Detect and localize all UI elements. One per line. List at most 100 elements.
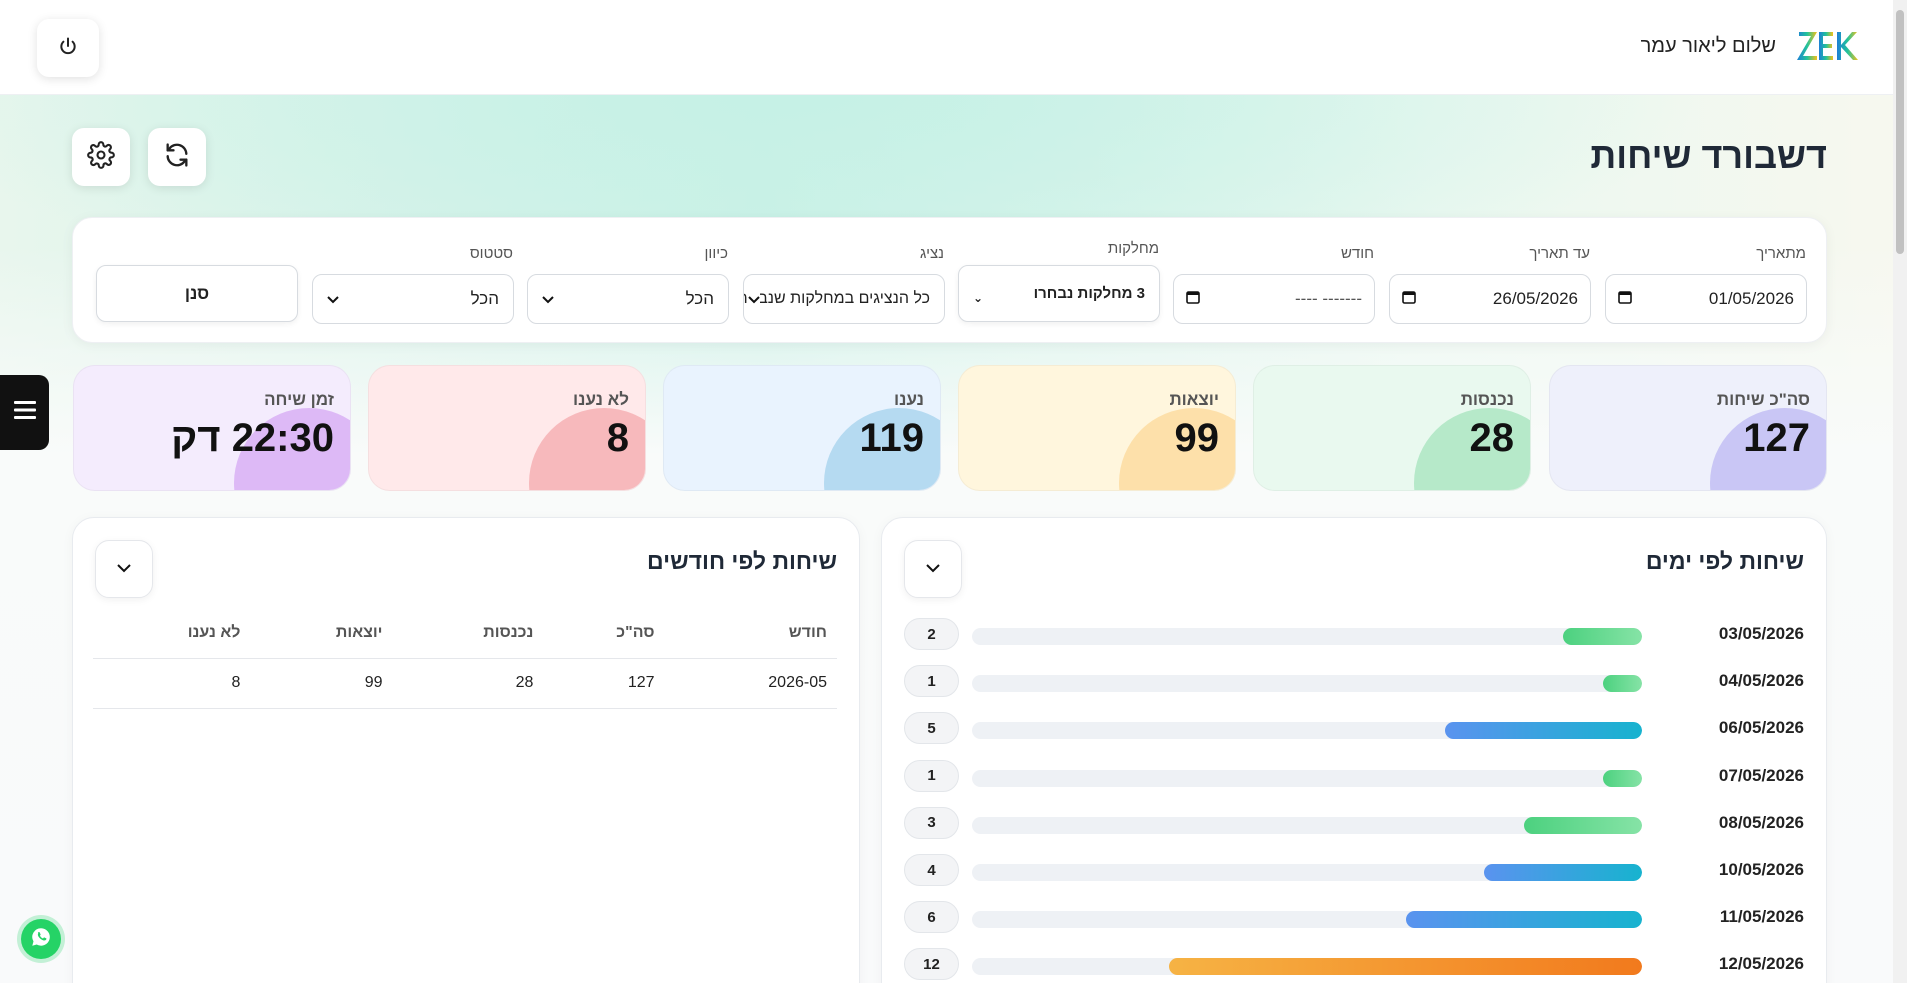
calls-by-month-title: שיחות לפי חודשים: [647, 548, 837, 574]
chevron-down-icon: [926, 560, 940, 578]
whatsapp-icon: [30, 926, 52, 953]
day-bar-fill: [1602, 675, 1642, 693]
status-select[interactable]: הכל: [312, 274, 514, 324]
day-count-badge: 1: [904, 759, 959, 792]
table-cell: 127: [543, 658, 665, 709]
day-count-badge: 12: [904, 948, 959, 981]
scrollbar-thumb[interactable]: [1896, 10, 1904, 254]
agent-label: נציג: [920, 245, 944, 262]
menu-icon: [13, 400, 36, 425]
day-date: 10/05/2026: [1718, 860, 1804, 879]
stat-card-value: 119: [859, 416, 924, 460]
chevron-down-icon: [542, 289, 554, 309]
calls-by-month-table: חודש סה"כ נכנסות יוצאות לא נענו 2026-05 127 28…: [93, 608, 837, 709]
day-bar-fill: [1484, 864, 1642, 881]
user-greeting: שלום ליאור עמר: [1640, 35, 1776, 57]
day-bar-track: [972, 628, 1642, 645]
day-count-badge: 6: [904, 901, 959, 934]
chevron-down-icon: [327, 289, 339, 309]
refresh-button[interactable]: [148, 128, 206, 186]
day-date: 06/05/2026: [1718, 718, 1804, 738]
status-value: הכל: [470, 289, 499, 308]
chevron-down-icon: ⌄: [973, 290, 984, 305]
departments-multiselect[interactable]: 3 מחלקות נבחרו ⌄: [958, 265, 1160, 322]
calls-by-month-collapse-button[interactable]: [95, 540, 153, 598]
table-row: 2026-05 127 28 99 8: [93, 658, 837, 709]
stat-card: יוצאות 99: [958, 365, 1236, 491]
stat-card: לא נענו 8: [368, 365, 646, 491]
month-label: חודש: [1340, 245, 1374, 262]
to-date-label: עד תאריך: [1529, 245, 1590, 262]
page-title: דשבורד שיחות: [1590, 135, 1827, 176]
main-content: דשבורד שיחות מתאריך 01/05/2026 עד תאריך …: [0, 95, 1907, 983]
day-bar-fill: [1169, 958, 1642, 976]
day-row: 07/05/2026 1: [904, 759, 1804, 792]
day-bar-track: [972, 722, 1642, 740]
calls-by-day-title: שיחות לפי ימים: [1645, 548, 1804, 574]
day-date: 11/05/2026: [1719, 907, 1804, 927]
table-body: 2026-05 127 28 99 8: [93, 658, 837, 709]
day-bar-fill: [1523, 816, 1642, 834]
table-header-cell: יוצאות: [250, 608, 393, 659]
agent-select[interactable]: כל הנציגים במחלקות שנבחרו: [743, 274, 945, 324]
day-count-badge: 3: [904, 806, 959, 839]
direction-select[interactable]: הכל: [527, 274, 729, 324]
day-bar-track: [972, 675, 1642, 693]
day-row: 10/05/2026 4: [904, 854, 1804, 886]
direction-value: הכל: [685, 289, 714, 308]
day-count-badge: 2: [904, 618, 959, 650]
day-bar-track: [972, 911, 1642, 929]
stat-card-label: יוצאות: [1169, 390, 1219, 409]
stat-card: סה"כ שיחות 127: [1549, 365, 1827, 491]
stat-card-label: נכנסות: [1460, 390, 1514, 409]
month-input[interactable]: ------- ----: [1173, 274, 1375, 324]
day-count-badge: 4: [904, 854, 959, 886]
stat-card-value: 8: [606, 416, 629, 460]
day-bar-track: [972, 816, 1642, 834]
day-row: 08/05/2026 3: [904, 806, 1804, 839]
filters-panel: מתאריך 01/05/2026 עד תאריך 26/05/2026 חו…: [72, 217, 1827, 343]
calendar-icon: [1402, 289, 1416, 309]
stat-card-label: לא נענו: [573, 390, 629, 409]
agent-value: כל הנציגים במחלקות שנבחרו: [743, 290, 930, 307]
day-bar-fill: [1602, 769, 1642, 787]
table-header-cell: סה"כ: [543, 608, 665, 659]
day-bar-fill: [1563, 628, 1642, 645]
chevron-down-icon: [748, 289, 760, 309]
power-icon: [58, 36, 78, 61]
settings-button[interactable]: [72, 128, 130, 186]
day-date: 03/05/2026: [1718, 624, 1804, 643]
stat-card-label: זמן שיחה: [264, 390, 334, 409]
direction-label: כיוון: [704, 245, 728, 262]
day-count-badge: 1: [904, 665, 959, 698]
top-bar: שלום ליאור עמר: [0, 0, 1907, 95]
day-row: 11/05/2026 6: [904, 901, 1804, 934]
from-date-value: 01/05/2026: [1708, 289, 1794, 308]
calls-by-day-collapse-button[interactable]: [904, 540, 962, 598]
stat-card: זמן שיחה 22:30 דק: [73, 365, 351, 491]
calls-by-month-panel: שיחות לפי חודשים חודש סה"כ נכנסות יוצאות לא …: [72, 517, 860, 983]
day-date: 12/05/2026: [1718, 954, 1804, 974]
day-bar-fill: [1405, 911, 1642, 929]
stat-card-label: נענו: [894, 390, 924, 409]
day-row: 04/05/2026 1: [904, 665, 1804, 698]
page-scrollbar[interactable]: [1893, 0, 1907, 983]
table-header-cell: חודש: [664, 608, 837, 659]
stat-card-value: 99: [1174, 416, 1220, 460]
stat-card-value: 28: [1469, 416, 1515, 460]
table-cell: 8: [93, 658, 251, 709]
chevron-down-icon: [117, 560, 131, 578]
to-date-value: 26/05/2026: [1492, 289, 1578, 308]
calendar-icon: [1186, 289, 1200, 309]
gear-icon: [87, 140, 115, 174]
stat-card: נענו 119: [663, 365, 941, 491]
whatsapp-button[interactable]: [21, 919, 61, 959]
to-date-input[interactable]: 26/05/2026: [1389, 274, 1591, 324]
from-date-input[interactable]: 01/05/2026: [1605, 274, 1807, 324]
day-date: 04/05/2026: [1718, 671, 1804, 691]
filter-button[interactable]: סנן: [96, 265, 298, 322]
sidebar-toggle-button[interactable]: [0, 375, 49, 450]
departments-label: מחלקות: [1107, 240, 1159, 257]
logout-button[interactable]: [37, 19, 99, 77]
day-bar-track: [972, 864, 1642, 881]
